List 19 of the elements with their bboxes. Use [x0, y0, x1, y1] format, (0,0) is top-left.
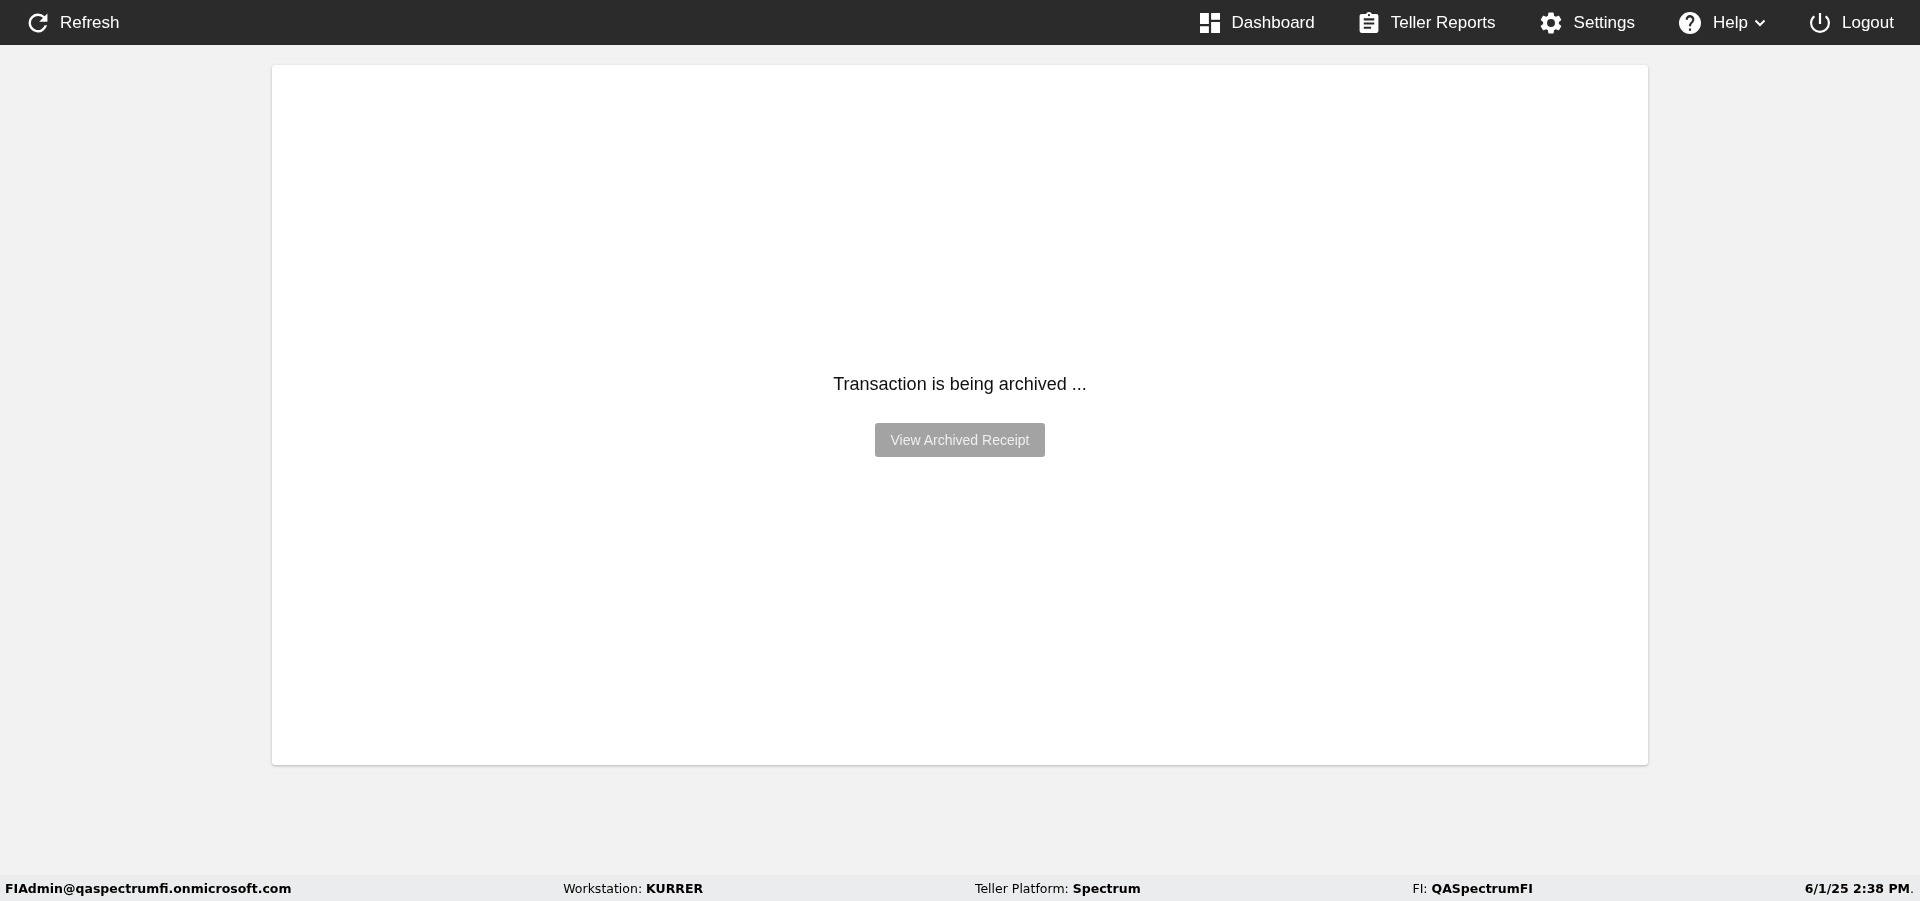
- status-text: FI: QASpectrumFI: [1412, 880, 1533, 896]
- caret-icon: [1754, 18, 1766, 27]
- nav-button[interactable]: Settings: [1533, 5, 1642, 40]
- dashboard-icon: [1199, 12, 1220, 33]
- status-text: FIAdmin@qaspectrumfi.onmicrosoft.com: [5, 880, 292, 896]
- status-text: Workstation: KURRER: [563, 880, 704, 896]
- refresh-icon: [28, 12, 48, 33]
- clipboard-icon: [1358, 11, 1379, 34]
- status-text: 6/1/25 2:38 PM.: [1804, 880, 1914, 896]
- nav-button[interactable]: Teller Reports: [1352, 5, 1502, 40]
- power-icon: [1810, 12, 1830, 33]
- settings-icon: [1539, 11, 1562, 34]
- status-message: Transaction is being archived ...: [833, 373, 1087, 395]
- nav-button[interactable]: Dashboard: [1193, 6, 1321, 39]
- nav-button[interactable]: Help: [1673, 5, 1772, 40]
- nav-button[interactable]: Refresh: [22, 6, 126, 39]
- help-icon: [1679, 11, 1702, 34]
- status-text: Teller Platform: Spectrum: [974, 880, 1141, 896]
- nav-button[interactable]: Logout: [1804, 6, 1900, 39]
